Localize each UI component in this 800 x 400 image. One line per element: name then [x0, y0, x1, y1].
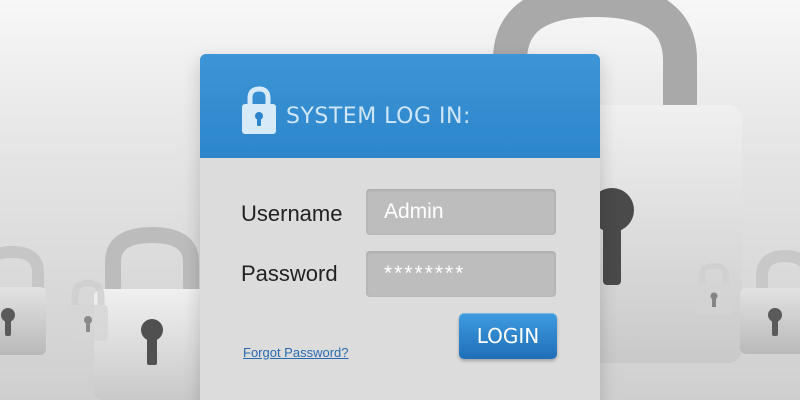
padlock-icon — [68, 279, 108, 341]
padlock-icon — [0, 245, 46, 355]
padlock-icon — [242, 86, 276, 134]
password-label: Password — [241, 261, 338, 286]
username-label: Username — [241, 201, 343, 226]
padlock-icon — [696, 262, 732, 315]
padlock-icon — [740, 249, 800, 354]
password-input[interactable] — [366, 251, 556, 297]
panel-title: SYSTEM LOG IN: — [286, 104, 471, 129]
login-panel: SYSTEM LOG IN: Username Password Forgot … — [200, 54, 600, 400]
panel-header: SYSTEM LOG IN: — [200, 54, 600, 158]
forgot-password-link[interactable]: Forgot Password? — [243, 345, 349, 360]
username-input[interactable] — [366, 189, 556, 235]
padlock-icon — [94, 226, 210, 400]
login-button[interactable]: LOGIN — [459, 313, 557, 359]
